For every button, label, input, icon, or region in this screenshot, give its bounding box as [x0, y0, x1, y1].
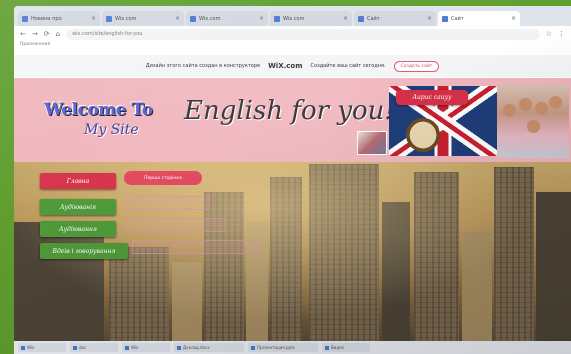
taskbar: Wix doc Wix Доклад.docx Презентация.pptx…	[14, 341, 571, 354]
close-tab-icon[interactable]: ×	[91, 15, 96, 22]
person-face	[519, 98, 532, 111]
browser-tab[interactable]: Wix.com ×	[186, 11, 268, 26]
tab-label: Новини про	[31, 15, 62, 22]
taskbar-item-label: Презентация.pptx	[257, 345, 296, 350]
taskbar-app-icon	[125, 345, 129, 350]
site-logo[interactable]: Welcome To My Site	[44, 100, 159, 150]
browser-tab-bar: Новини про × Wix.com × Wix.com × Wix.com × С…	[14, 6, 571, 26]
monitor-screen: Новини про × Wix.com × Wix.com × Wix.com × С…	[14, 6, 571, 354]
create-site-button[interactable]: Создать сайт	[393, 60, 440, 72]
taskbar-item-label: doc	[79, 345, 87, 350]
forward-icon[interactable]: →	[32, 30, 38, 38]
home-page-pill[interactable]: Перша сторінка	[124, 171, 202, 185]
person-face	[527, 120, 540, 133]
browser-tab[interactable]: Новини про ×	[18, 11, 100, 26]
wix-promo-bar: Дизайн этого сайта создан в конструкторе…	[14, 55, 571, 77]
browser-tab[interactable]: Сайт ×	[354, 11, 436, 26]
taskbar-item[interactable]: doc	[70, 343, 118, 352]
menu-video-speaking-button[interactable]: Вдеів і говорування	[40, 243, 128, 259]
taskbar-item-label: Видео	[331, 345, 345, 350]
tab-favicon-icon	[358, 15, 364, 22]
person-face	[549, 96, 562, 109]
taskbar-app-icon	[73, 345, 77, 350]
logo-line-2: My Site	[84, 122, 139, 138]
logo-line-1: Welcome To	[44, 100, 153, 120]
taskbar-item-label: Wix	[131, 345, 139, 350]
taskbar-app-icon	[21, 345, 25, 350]
tab-favicon-icon	[442, 15, 448, 22]
tab-label: Сайт	[367, 15, 380, 22]
home-icon[interactable]: ⌂	[56, 30, 60, 38]
tab-label: Сайт	[451, 15, 464, 22]
tab-favicon-icon	[22, 15, 28, 22]
taskbar-item[interactable]: Доклад.docx	[174, 343, 244, 352]
content-box	[126, 218, 226, 232]
site-header: Welcome To My Site English for you! Aupu…	[14, 78, 571, 162]
close-tab-icon[interactable]: ×	[511, 15, 516, 22]
content-box	[126, 196, 210, 210]
address-bar: ← → ⟳ ⌂ wix.com/site/english-for-you ☆ ⋮	[14, 26, 571, 42]
tab-label: Wix.com	[199, 15, 221, 22]
wix-brand[interactable]: WiX.com	[268, 62, 302, 70]
bookmarks-label[interactable]: Приложения	[20, 42, 50, 47]
taskbar-item[interactable]: Wix	[18, 343, 66, 352]
browser-tab[interactable]: Wix.com ×	[102, 11, 184, 26]
close-tab-icon[interactable]: ×	[427, 15, 432, 22]
taskbar-item[interactable]: Видео	[322, 343, 370, 352]
taskbar-item[interactable]: Презентация.pptx	[248, 343, 318, 352]
close-tab-icon[interactable]: ×	[259, 15, 264, 22]
taskbar-item[interactable]: Wix	[122, 343, 170, 352]
reload-icon[interactable]: ⟳	[44, 30, 50, 38]
person-face	[503, 104, 516, 117]
close-tab-icon[interactable]: ×	[343, 15, 348, 22]
tab-favicon-icon	[190, 15, 196, 22]
browser-tab-active[interactable]: Сайт ×	[438, 11, 520, 26]
close-tab-icon[interactable]: ×	[175, 15, 180, 22]
students-group-image	[497, 84, 569, 158]
header-pill-button[interactable]: Aupuc cauyy	[396, 90, 468, 105]
content-box	[132, 240, 258, 254]
taskbar-app-icon	[325, 345, 329, 350]
menu-listening-button[interactable]: Аудіюванія	[40, 199, 116, 215]
browser-tab[interactable]: Wix.com ×	[270, 11, 352, 26]
tab-favicon-icon	[106, 15, 112, 22]
person-face	[535, 102, 548, 115]
taskbar-app-icon	[177, 345, 181, 350]
taskbar-item-label: Wix	[27, 345, 35, 350]
star-icon[interactable]: ☆	[546, 30, 552, 38]
hero-city-background: Перша сторінка Главна Аудіюванія Аудіюва…	[14, 162, 571, 342]
site-tagline: English for you!	[184, 96, 395, 126]
menu-audio-button[interactable]: Аудіювання	[40, 221, 116, 237]
tab-favicon-icon	[274, 15, 280, 22]
wix-promo-text: Дизайн этого сайта создан в конструкторе	[145, 63, 261, 69]
big-ben-clock-image	[406, 118, 440, 152]
tab-label: Wix.com	[115, 15, 137, 22]
url-input[interactable]: wix.com/site/english-for-you	[66, 28, 540, 40]
taskbar-app-icon	[251, 345, 255, 350]
back-icon[interactable]: ←	[20, 30, 26, 38]
taskbar-item-label: Доклад.docx	[183, 345, 210, 350]
menu-home-button[interactable]: Главна	[40, 173, 116, 189]
students-thumbnail-image	[357, 131, 387, 155]
bookmarks-bar: Приложения	[14, 42, 571, 52]
wix-promo-text-2: Создайте ваш сайт сегодня.	[310, 63, 386, 69]
menu-icon[interactable]: ⋮	[558, 30, 565, 38]
tab-label: Wix.com	[283, 15, 305, 22]
